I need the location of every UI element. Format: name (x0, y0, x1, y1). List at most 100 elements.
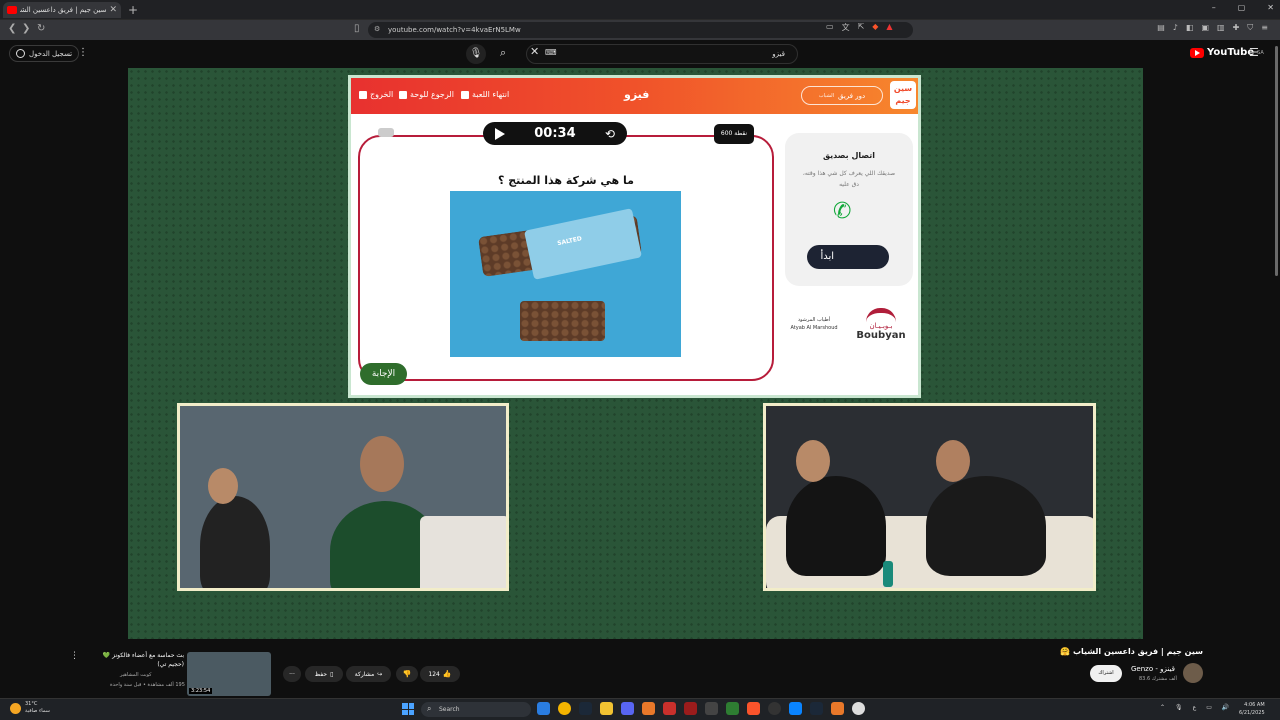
person-1-head (208, 468, 238, 504)
site-info-icon[interactable]: ⚙ (374, 25, 380, 33)
keyboard-icon[interactable]: ⌨ (545, 48, 557, 57)
minimize-button[interactable]: – (1212, 3, 1216, 12)
sidebar-icon[interactable]: ◧ (1186, 23, 1194, 33)
game-board-button: الرجوع للوحة (399, 90, 454, 99)
chair (420, 516, 506, 588)
network-icon[interactable]: ▭ (1206, 704, 1212, 711)
app-icon-2[interactable] (663, 702, 676, 715)
app-icon-6[interactable] (789, 702, 802, 715)
menu-icon[interactable]: ≡ (1261, 23, 1268, 33)
youtube-play-icon (1190, 47, 1204, 58)
share-icon[interactable]: ⇱ (858, 22, 865, 33)
clear-search-icon[interactable]: ✕ (530, 45, 539, 58)
guide-menu-icon[interactable]: ☰ (1249, 46, 1259, 59)
app-icon-4[interactable] (705, 702, 718, 715)
tabs-icon[interactable]: ▣ (1201, 23, 1209, 33)
mic-tray-icon[interactable]: 🎙 (1175, 704, 1183, 711)
tray-chevron-icon[interactable]: ⌃ (1160, 704, 1165, 711)
chrome-icon[interactable] (558, 702, 571, 715)
youtube-logo-text: YouTube (1207, 47, 1255, 58)
forward-icon[interactable]: ❯ (22, 23, 30, 34)
atyab-ar: أطياب المرشود (797, 317, 831, 323)
app-icon-8[interactable] (852, 702, 865, 715)
reader-icon[interactable]: ▤ (1157, 23, 1165, 33)
terminal-icon[interactable] (726, 702, 739, 715)
voice-search-icon[interactable]: 🎙 (466, 44, 486, 64)
search-icon[interactable]: ⌕ (500, 46, 506, 60)
game-exit-button: الخروج (359, 90, 393, 99)
page-scrollbar[interactable] (1273, 40, 1280, 698)
brave-shield-icon[interactable]: ◆ (872, 22, 878, 33)
app-icon-3[interactable] (684, 702, 697, 715)
bookmark-icon[interactable]: ▯ (354, 23, 360, 34)
like-button[interactable]: 124 👍 (420, 666, 460, 682)
vpn-icon[interactable]: ⛉ (1247, 23, 1253, 33)
turn-sub: الشباب (818, 92, 834, 99)
extensions-row: ▤ ♪ ◧ ▣ ▥ ✚ ⛉ ≡ (1157, 23, 1268, 33)
cast-icon[interactable]: ▭ (826, 22, 834, 33)
subscribe-button[interactable]: اشتراك (1090, 665, 1122, 682)
taskbar-clock[interactable]: 4:06 AM 6/21/2025 (1239, 701, 1265, 717)
discord-icon[interactable] (621, 702, 634, 715)
steam-icon-2[interactable] (810, 702, 823, 715)
edge-icon[interactable] (537, 702, 550, 715)
settings-kebab-icon[interactable]: ⋮ (78, 47, 88, 58)
maximize-button[interactable]: ▢ (1238, 3, 1246, 12)
recommended-channel[interactable]: كوبت المشاهير (120, 672, 152, 678)
recommended-title[interactable]: بث حماسة مع أعضاء فالكونز 💚 (حجيم تي) (88, 651, 184, 669)
app-icon-1[interactable] (642, 702, 655, 715)
close-window-button[interactable]: ✕ (1267, 3, 1274, 12)
atyab-en: Atyab Al Marshoud (790, 325, 838, 331)
person-4 (926, 476, 1046, 576)
translate-icon[interactable]: 文 (842, 22, 850, 33)
browser-tab[interactable]: سين جيم | فريق داعسين الشياب ✕ (3, 2, 121, 18)
person-2-head (360, 436, 404, 492)
end-game-label: انتهاء اللعبة (472, 90, 510, 99)
music-icon[interactable]: ♪ (1173, 23, 1178, 33)
brave-icon[interactable] (747, 702, 760, 715)
search-input[interactable]: قيزو (526, 44, 798, 64)
brave-rewards-icon[interactable]: ▲ (886, 22, 892, 33)
mini-badge (378, 128, 394, 137)
new-tab-button[interactable]: + (128, 3, 138, 17)
weather-widget[interactable]: 31°C سماء صافية (10, 701, 50, 715)
windows-taskbar: 31°C سماء صافية ⌕ Search ⌃ 🎙 ع ▭ 🔊 4:06 … (0, 698, 1280, 720)
taskbar-search-label: Search (439, 706, 460, 713)
taskbar-apps (537, 702, 865, 715)
channel-name[interactable]: Genzo - قينزو (1131, 665, 1175, 673)
boubyan-logo: بـوبـيـان Boubyan (851, 308, 911, 341)
sign-in-button[interactable]: تسجيل الدخول (9, 45, 80, 62)
dislike-button[interactable]: 👎 (396, 666, 418, 682)
video-info-bar: سين جيم | فريق داعسين الشياب 🤗 Genzo - ق… (0, 639, 1273, 698)
windows-start-icon[interactable] (402, 703, 414, 715)
clock-time: 4:06 AM (1244, 702, 1265, 708)
app-icon-5[interactable] (768, 702, 781, 715)
reload-icon[interactable]: ↻ (37, 23, 45, 34)
steam-icon[interactable] (579, 702, 592, 715)
save-button[interactable]: حفظ ▯ (305, 666, 343, 682)
file-explorer-icon[interactable] (600, 702, 613, 715)
scrollbar-thumb[interactable] (1275, 46, 1278, 276)
person-1 (200, 496, 270, 588)
search-input-value: قيزو (772, 50, 785, 58)
board-icon (399, 90, 407, 99)
channel-avatar[interactable] (1183, 663, 1203, 683)
back-icon[interactable]: ❮ (8, 23, 16, 34)
volume-icon[interactable]: 🔊 (1222, 704, 1229, 711)
taskbar-search[interactable]: ⌕ Search (421, 702, 531, 717)
account-icon (16, 49, 25, 58)
dislike-icon: 👎 (402, 670, 412, 678)
recommended-thumbnail[interactable]: 3:23:54 (187, 652, 271, 696)
turn-pill: الشباب دور فريق (801, 86, 883, 105)
recommended-menu-icon[interactable]: ⋮ (70, 651, 79, 661)
language-icon[interactable]: ع (1193, 704, 1197, 711)
browser-nav-bar: ❮ ❯ ↻ ▯ ⚙ youtube.com/watch?v=4kvaErN5LM… (0, 20, 1280, 40)
app-icon-7[interactable] (831, 702, 844, 715)
recommended-meta: 195 ألف مشاهدة • قبل سنة واحدة (110, 682, 185, 688)
tab-close-icon[interactable]: ✕ (109, 5, 117, 15)
right-margin (1143, 68, 1273, 639)
share-button[interactable]: مشاركة ↪ (346, 666, 391, 682)
more-actions-button[interactable]: ··· (283, 666, 301, 682)
extensions-icon[interactable]: ✚ (1233, 23, 1240, 33)
wallet-icon[interactable]: ▥ (1217, 23, 1225, 33)
